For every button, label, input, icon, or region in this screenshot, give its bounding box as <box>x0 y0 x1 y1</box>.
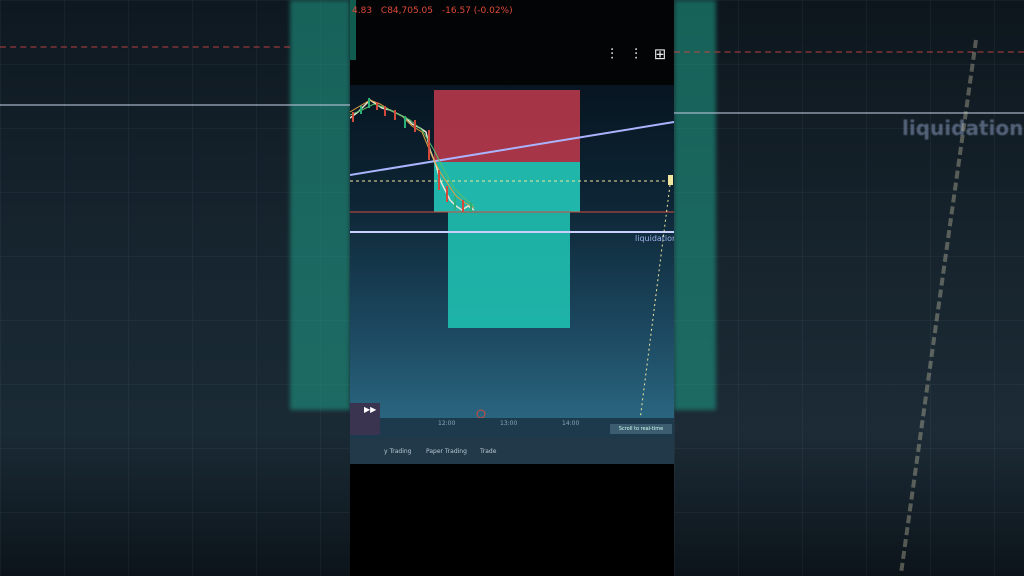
background-right-blur: liquidation <box>674 0 1024 576</box>
time-label-2: 13:00 <box>500 420 518 427</box>
background-teal-zone <box>290 0 350 410</box>
price-marker <box>668 175 673 185</box>
phone-screen: 4.83 C84,705.05 -16.57 (-0.02%) ⫶ ⫶ ⊞ li… <box>350 0 674 576</box>
time-label-3: 14:00 <box>562 420 580 427</box>
background-liquidation-line <box>0 104 350 106</box>
projection-dotted-line <box>639 184 671 421</box>
tab-trade[interactable]: Trade <box>480 448 496 455</box>
time-label-1: 12:00 <box>438 420 456 427</box>
replay-marker <box>476 409 486 419</box>
background-grid <box>674 0 1024 576</box>
letterbox-bottom <box>350 464 674 576</box>
stop-loss-zone <box>434 90 580 162</box>
scroll-to-realtime-button[interactable]: Scroll to real-time <box>610 424 672 434</box>
liquidation-label: liquidation <box>635 234 674 243</box>
background-left-blur <box>0 0 350 576</box>
tab-paper-trading[interactable]: Paper Trading <box>426 448 467 455</box>
play-icon[interactable]: ▶▶ <box>364 405 376 414</box>
take-profit-zone <box>448 212 570 328</box>
background-dashed-line <box>0 46 290 48</box>
background-teal-zone <box>674 0 716 410</box>
tab-trading[interactable]: y Trading <box>384 448 411 455</box>
background-liquidation-line <box>674 112 1024 114</box>
